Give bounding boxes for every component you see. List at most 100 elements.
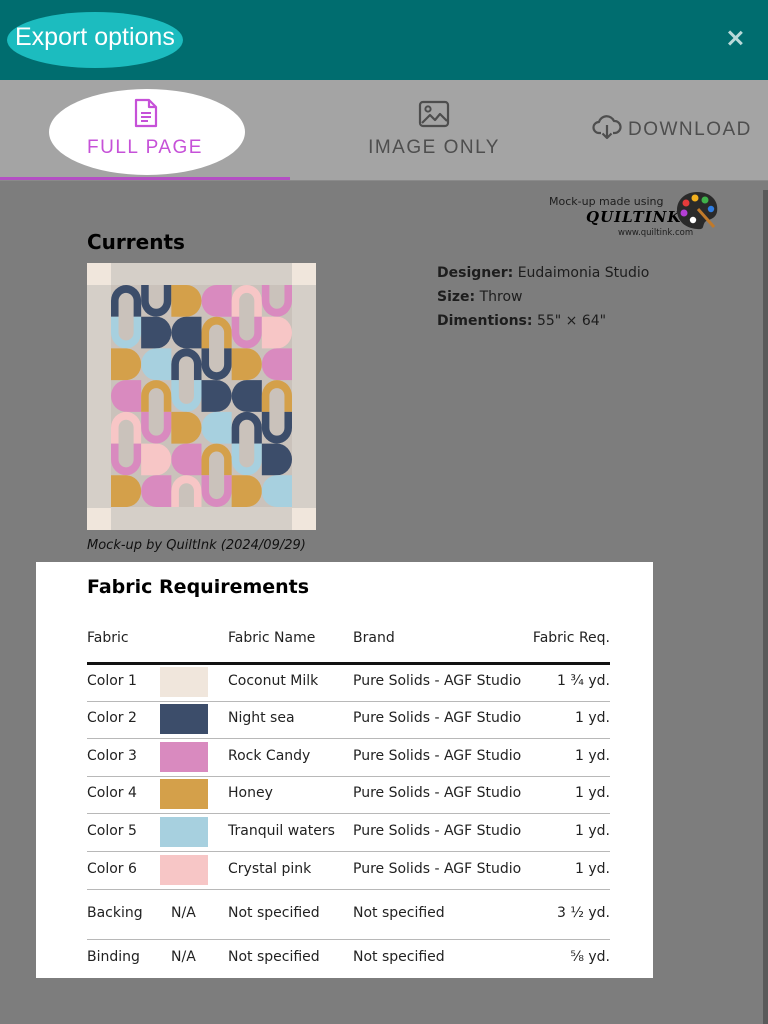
image-icon (418, 100, 450, 128)
header-divider (87, 662, 610, 665)
fabric-req-cell: ⅝ yd. (570, 949, 610, 965)
fabric-req-cell: 1 yd. (575, 861, 610, 877)
fabric-name-cell: Coconut Milk (228, 673, 319, 689)
fabric-req-cell: 1 yd. (575, 748, 610, 764)
quilt-block (111, 380, 142, 412)
fabric-cell: Backing (87, 905, 143, 921)
fabric-cell: Color 4 (87, 785, 137, 801)
fabric-name-cell: Tranquil waters (228, 823, 335, 839)
dimensions-info: Dimentions: 55" × 64" (437, 313, 606, 329)
requirements-title: Fabric Requirements (87, 576, 310, 598)
quilt-block (171, 285, 202, 317)
paint-palette-icon (677, 192, 718, 230)
tab-image-only-label: IMAGE ONLY (368, 137, 500, 158)
brand-cell: Pure Solids - AGF Studio (353, 710, 522, 726)
fabric-name-cell: Crystal pink (228, 861, 312, 877)
column-header-fabric: Fabric (87, 630, 129, 646)
row-divider (87, 701, 610, 702)
close-icon[interactable] (722, 26, 748, 52)
fabric-name-cell: Not specified (228, 905, 320, 921)
dialog-title: Export options (15, 23, 175, 51)
mockup-caption: Mock-up by QuiltInk (2024/09/29) (87, 538, 306, 553)
designer-value: Eudaimonia Studio (517, 265, 650, 281)
dialog-header: Export options (0, 0, 768, 80)
quilt-mockup-image (87, 263, 316, 530)
swatch-na-cell: N/A (171, 949, 196, 965)
quilt-block (141, 443, 172, 476)
quilt-block (231, 380, 262, 412)
designer-label: Designer: (437, 265, 514, 281)
color-swatch (160, 779, 208, 809)
fabric-req-cell: 1 yd. (575, 785, 610, 801)
fabric-req-cell: 1 yd. (575, 710, 610, 726)
fabric-req-cell: 1 yd. (575, 823, 610, 839)
color-swatch (160, 667, 208, 697)
column-header-brand: Brand (353, 630, 395, 646)
brand-cell: Pure Solids - AGF Studio (353, 861, 522, 877)
tab-full-page-label: FULL PAGE (87, 137, 203, 158)
row-divider (87, 851, 610, 852)
color-swatch (160, 742, 208, 772)
brand-cell: Pure Solids - AGF Studio (353, 785, 522, 801)
brand-cell: Not specified (353, 905, 445, 921)
swatch-na-cell: N/A (171, 905, 196, 921)
tab-image-only[interactable]: IMAGE ONLY (300, 80, 568, 180)
fabric-req-cell: 1 ¾ yd. (557, 673, 610, 689)
active-tab-indicator (0, 177, 290, 180)
export-tabs: FULL PAGE IMAGE ONLY DOWNLOAD (0, 80, 768, 181)
cloud-download-icon (592, 115, 622, 140)
fabric-req-cell: 3 ½ yd. (557, 905, 610, 921)
quilt-block (261, 475, 292, 507)
fabric-cell: Color 1 (87, 673, 137, 689)
fabric-cell: Color 2 (87, 710, 137, 726)
quilt-block (261, 443, 292, 476)
quilt-block (201, 380, 232, 412)
brand-cell: Not specified (353, 949, 445, 965)
quilt-block (111, 348, 142, 381)
quilt-block (231, 348, 262, 381)
size-info: Size: Throw (437, 289, 522, 305)
quilt-block (261, 348, 292, 381)
tab-download[interactable]: DOWNLOAD (588, 80, 758, 180)
row-divider (87, 939, 610, 940)
dimensions-label: Dimentions: (437, 313, 533, 329)
quilt-block (171, 316, 202, 349)
quilt-border-block (87, 263, 111, 285)
designer-info: Designer: Eudaimonia Studio (437, 265, 649, 281)
brand-cell: Pure Solids - AGF Studio (353, 823, 522, 839)
tab-full-page[interactable]: FULL PAGE (0, 80, 290, 180)
column-header-fabric-name: Fabric Name (228, 630, 316, 646)
quilt-border-block (87, 508, 111, 530)
fabric-cell: Color 5 (87, 823, 137, 839)
row-divider (87, 776, 610, 777)
row-divider (87, 738, 610, 739)
fabric-cell: Color 6 (87, 861, 137, 877)
quilt-block (201, 285, 232, 317)
fabric-cell: Color 3 (87, 748, 137, 764)
quilt-block (261, 316, 292, 349)
color-swatch (160, 855, 208, 885)
color-swatch (160, 817, 208, 847)
quilt-block (141, 316, 172, 349)
size-value: Throw (479, 289, 523, 305)
tab-download-label: DOWNLOAD (628, 119, 752, 140)
quilt-block (231, 475, 262, 507)
color-swatch (160, 704, 208, 734)
quilt-block (141, 348, 172, 381)
brand-made-using: Mock-up made using (549, 195, 664, 208)
row-divider (87, 889, 610, 890)
quilt-block (171, 443, 202, 476)
quilt-title: Currents (87, 230, 185, 254)
document-icon (134, 98, 158, 128)
brand-logo-text: QUILTINK (586, 208, 682, 226)
fabric-name-cell: Not specified (228, 949, 320, 965)
quilt-border-block (292, 263, 316, 285)
brand-cell: Pure Solids - AGF Studio (353, 673, 522, 689)
fabric-name-cell: Honey (228, 785, 273, 801)
column-header-fabric-req: Fabric Req. (532, 630, 610, 646)
scrollbar[interactable] (763, 190, 768, 1024)
dimensions-value: 55" × 64" (536, 313, 607, 329)
quilt-block (111, 475, 142, 507)
row-divider (87, 813, 610, 814)
quilt-block (201, 411, 232, 444)
